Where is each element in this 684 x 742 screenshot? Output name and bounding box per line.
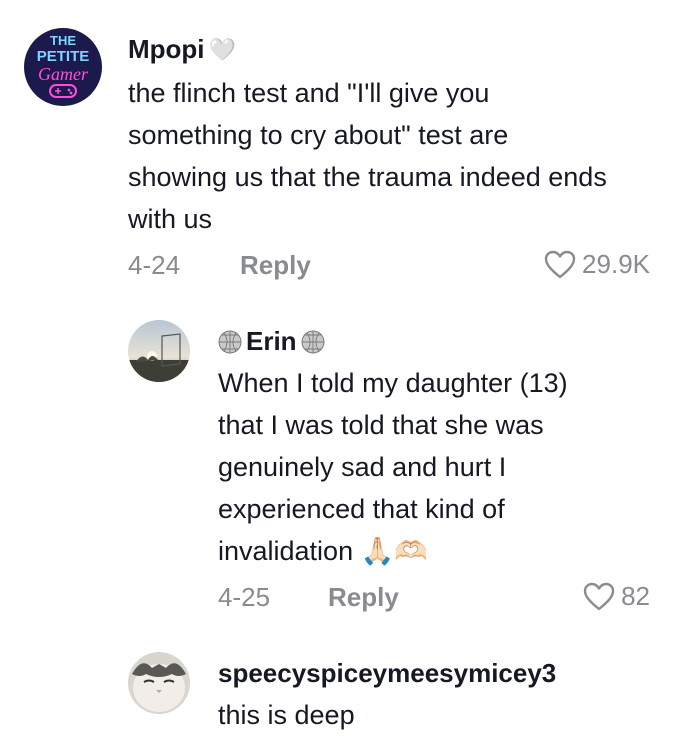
comment-text: When I told my daughter (13) that I was … bbox=[218, 362, 668, 572]
avatar[interactable]: THE PETITE Gamer bbox=[24, 28, 102, 106]
avatar[interactable] bbox=[128, 652, 190, 714]
comment-line: invalidation 🙏🏻🫶🏻 bbox=[218, 536, 428, 566]
disco-ball-icon bbox=[301, 330, 325, 353]
username[interactable]: speecyspiceymeesymicey3 bbox=[218, 658, 556, 689]
comment-line: with us bbox=[128, 204, 213, 234]
avatar-line-2: PETITE bbox=[37, 48, 90, 65]
username[interactable]: Mpopi 🤍 bbox=[128, 34, 236, 65]
comment-text: the flinch test and "I'll give you somet… bbox=[128, 72, 668, 240]
heart-icon bbox=[544, 250, 576, 278]
username[interactable]: Erin bbox=[218, 326, 325, 357]
reply-button[interactable]: Reply bbox=[240, 250, 311, 281]
comment-line: the flinch test and "I'll give you bbox=[128, 78, 490, 108]
comment-line: When I told my daughter (13) bbox=[218, 368, 568, 398]
avatar-line-1: THE bbox=[50, 33, 76, 48]
comment-date: 4-24 bbox=[128, 250, 181, 280]
comment-date: 4-25 bbox=[218, 582, 271, 612]
like-count: 82 bbox=[621, 581, 650, 611]
avatar-line-3: Gamer bbox=[38, 64, 89, 84]
like-count: 29.9K bbox=[582, 249, 650, 279]
avatar[interactable] bbox=[128, 320, 190, 382]
comment-line: experienced that kind of bbox=[218, 494, 505, 524]
like-button[interactable]: 82 bbox=[583, 581, 650, 612]
heart-icon bbox=[583, 582, 615, 610]
reply-button[interactable]: Reply bbox=[328, 582, 399, 613]
username-text: speecyspiceymeesymicey3 bbox=[218, 658, 557, 688]
comment-text: this is deep bbox=[218, 694, 668, 736]
disco-ball-icon bbox=[218, 330, 242, 353]
comment-line: that I was told that she was bbox=[218, 410, 544, 440]
white-heart-emoji: 🤍 bbox=[208, 36, 236, 62]
username-text: Erin bbox=[246, 326, 297, 356]
comment-line: showing us that the trauma indeed ends bbox=[128, 162, 607, 192]
comment-line: something to cry about" test are bbox=[128, 120, 509, 150]
comment-line: genuinely sad and hurt I bbox=[218, 452, 507, 482]
comment-line: this is deep bbox=[218, 700, 355, 730]
like-button[interactable]: 29.9K bbox=[544, 249, 650, 280]
username-text: Mpopi bbox=[128, 34, 205, 64]
